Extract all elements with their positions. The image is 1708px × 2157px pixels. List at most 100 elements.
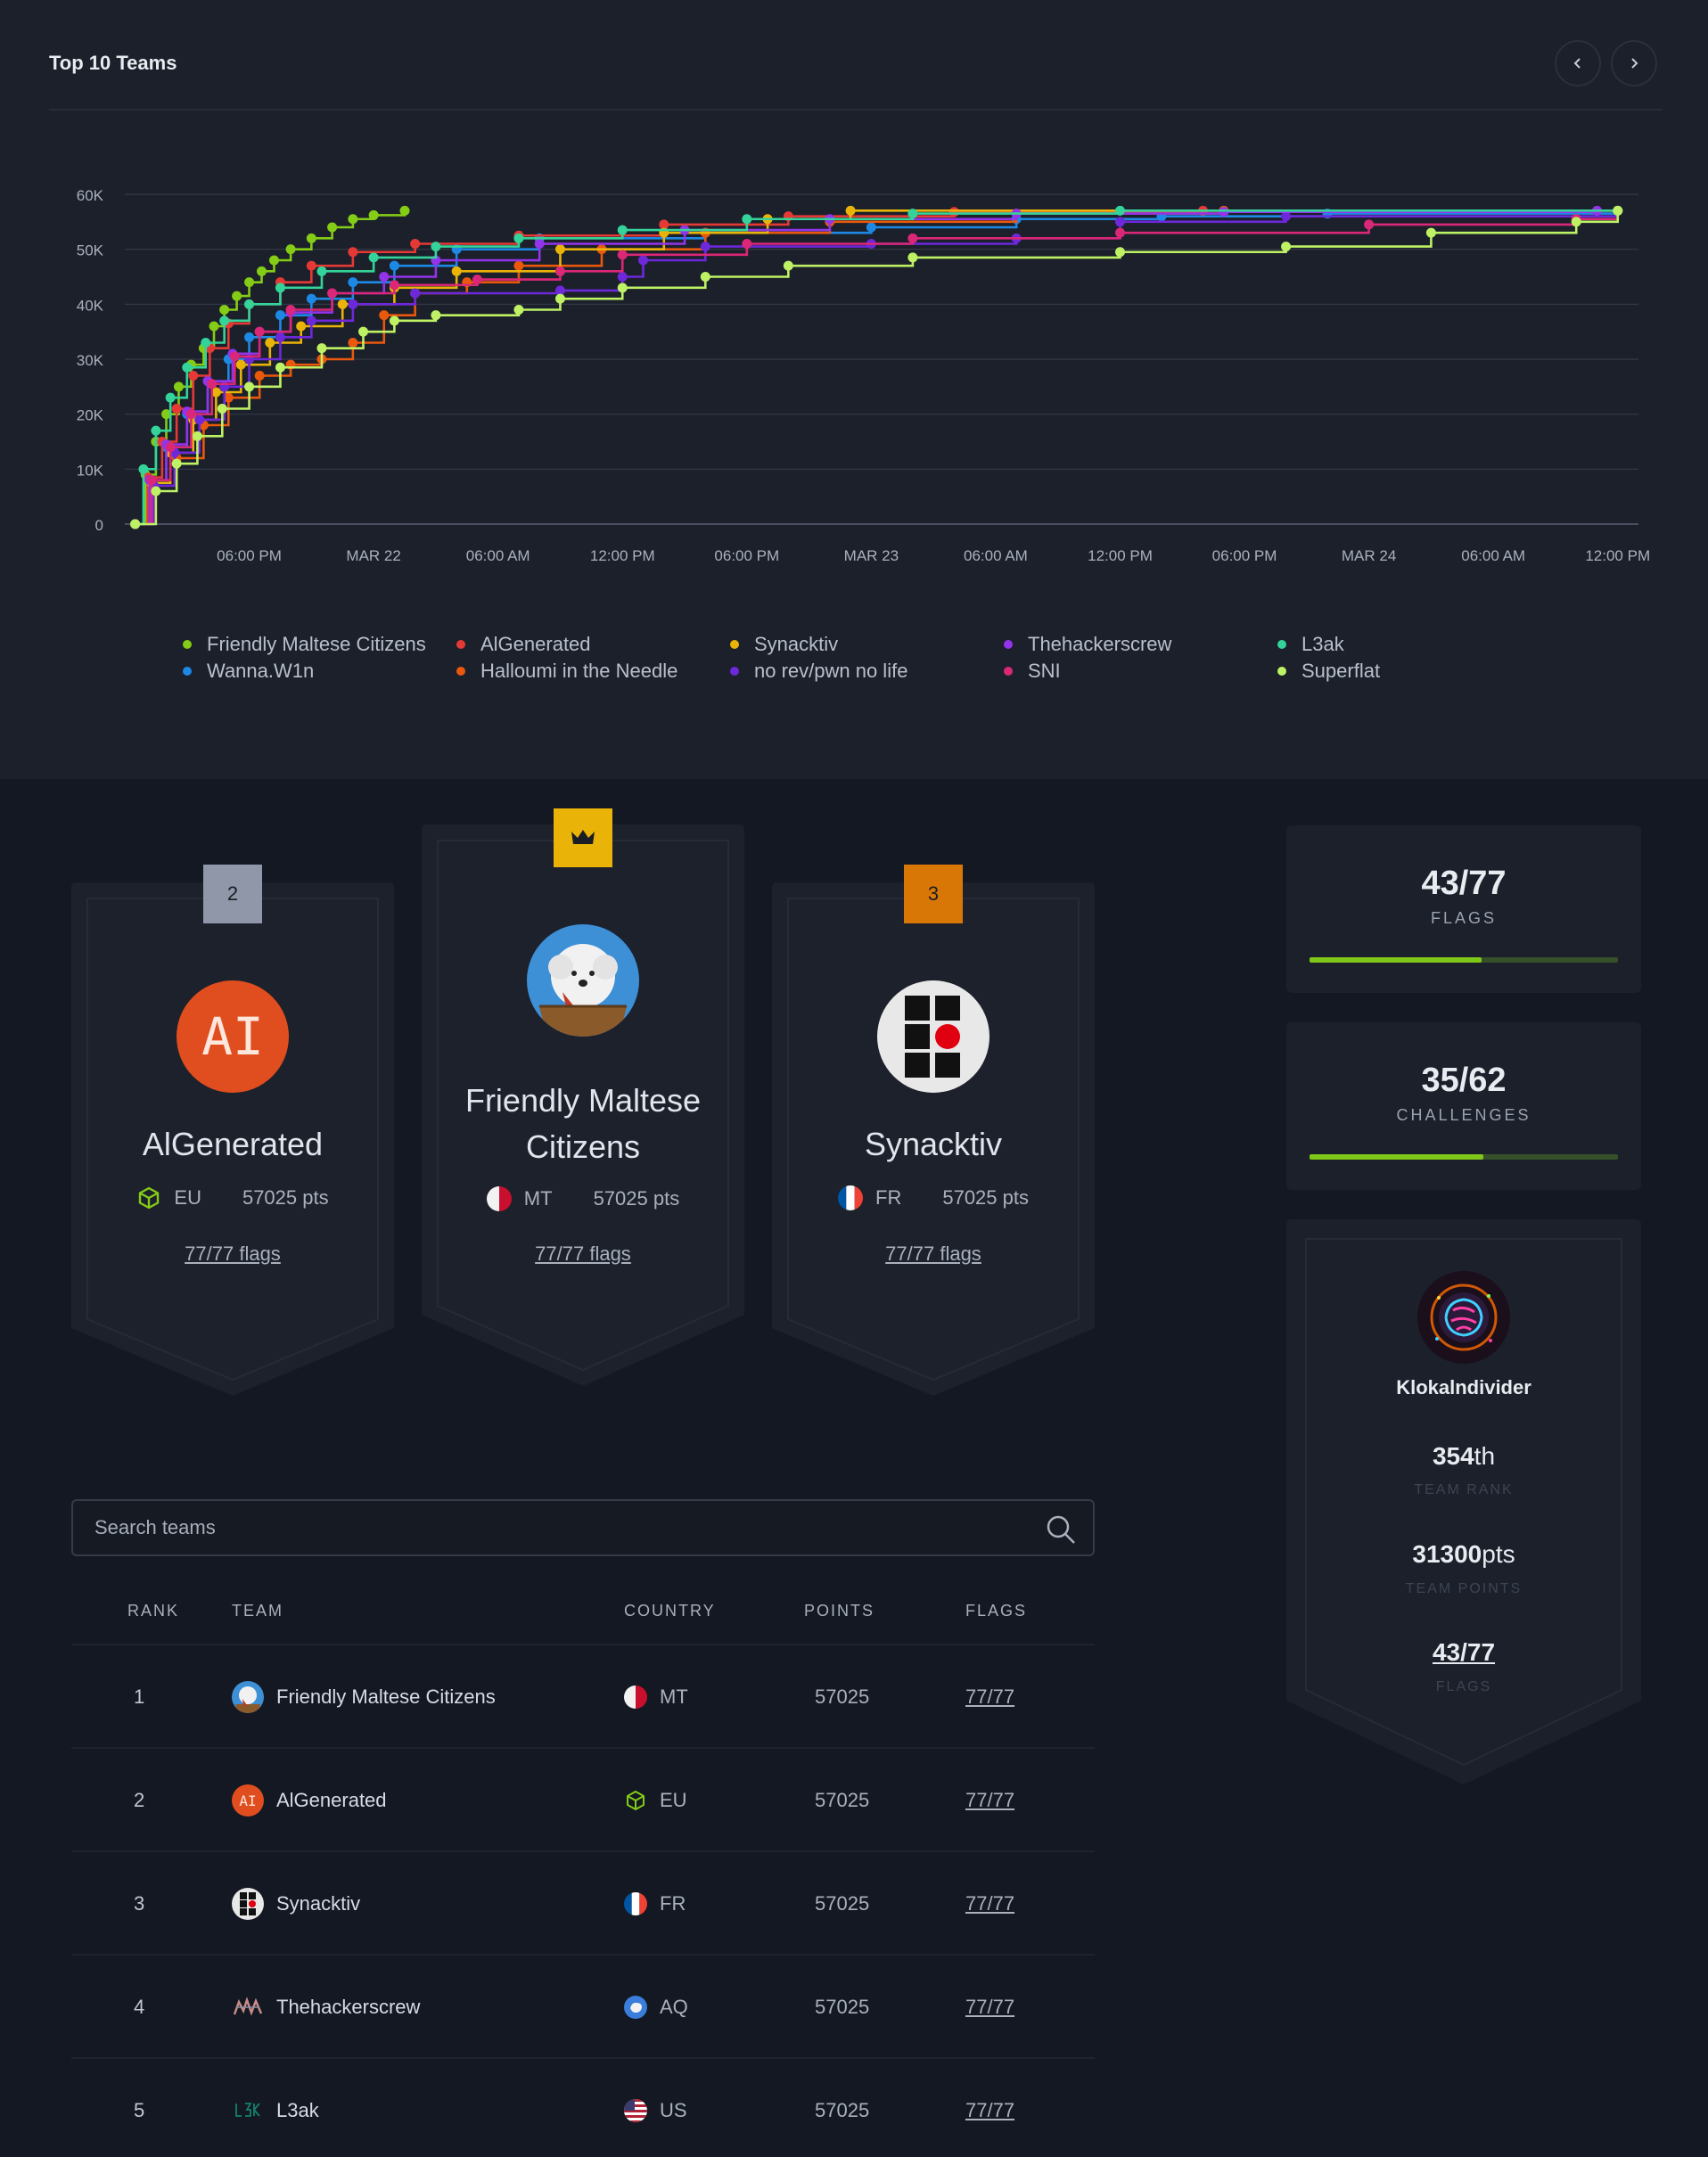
next-button[interactable] — [1611, 40, 1657, 86]
legend-dot — [730, 667, 739, 676]
x-tick-label: 06:00 PM — [217, 547, 282, 564]
column-header-points[interactable]: POINTS — [804, 1602, 875, 1620]
row-flags-link[interactable]: 77/77 — [965, 1645, 1014, 1749]
column-header-country[interactable]: COUNTRY — [624, 1602, 716, 1620]
legend-item[interactable]: Friendly Maltese Citizens — [183, 633, 426, 656]
table-row[interactable]: 1 Friendly Maltese Citizens MT 57025 77/… — [71, 1644, 1095, 1747]
team-avatar — [527, 924, 639, 1037]
data-point — [316, 343, 327, 354]
column-header-team[interactable]: TEAM — [232, 1602, 283, 1620]
legend-item[interactable]: Synacktiv — [730, 633, 838, 656]
data-point — [244, 381, 255, 392]
row-team[interactable]: Thehackerscrew — [232, 1956, 420, 2059]
data-point — [700, 242, 710, 252]
team-flags-label: FLAGS — [1435, 1679, 1492, 1694]
legend-item[interactable]: L3ak — [1277, 633, 1344, 656]
data-point — [368, 209, 379, 220]
legend-dot — [456, 667, 465, 676]
chevron-right-icon — [1631, 58, 1638, 69]
search-input[interactable] — [94, 1501, 986, 1554]
flag-aq-icon — [624, 1996, 647, 2019]
data-point — [389, 280, 399, 291]
flags-stat-card: 43/77 FLAGS — [1286, 825, 1641, 993]
legend-dot — [183, 640, 192, 649]
data-point — [399, 205, 410, 216]
team-avatar — [232, 1888, 264, 1920]
legend-dot — [730, 640, 739, 649]
data-point — [742, 214, 752, 225]
data-point — [617, 250, 628, 260]
data-point — [1425, 227, 1436, 238]
data-point — [146, 475, 157, 486]
data-point — [554, 266, 565, 276]
data-point — [357, 326, 368, 337]
legend-item[interactable]: no rev/pwn no life — [730, 660, 907, 683]
flags-progress-bar — [1310, 957, 1618, 963]
legend-item[interactable]: Superflat — [1277, 660, 1380, 683]
legend-item[interactable]: Thehackerscrew — [1004, 633, 1171, 656]
flag-us-icon — [624, 2099, 647, 2122]
podium-card-first[interactable]: Friendly Maltese Citizens MT 57025 pts 7… — [422, 808, 744, 1391]
data-point — [742, 239, 752, 249]
data-point — [534, 239, 545, 249]
row-flags-link[interactable]: 77/77 — [965, 1852, 1014, 1956]
table-row[interactable]: 2 AI AlGenerated EU 57025 77/77 — [71, 1747, 1095, 1850]
row-points: 57025 — [815, 1685, 870, 1708]
data-point — [244, 332, 255, 342]
team-flags-link[interactable]: 77/77 flags — [71, 1243, 394, 1266]
table-row[interactable]: 4 Thehackerscrew AQ 57025 77/77 — [71, 1954, 1095, 2057]
row-flags-link[interactable]: 77/77 — [965, 1749, 1014, 1852]
row-team[interactable]: AI AlGenerated — [232, 1749, 387, 1852]
data-point — [207, 379, 218, 390]
team-points-value: 31300pts — [1412, 1540, 1515, 1568]
row-points: 57025 — [815, 2099, 870, 2121]
data-point — [348, 247, 358, 258]
legend-dot — [1277, 667, 1286, 676]
row-team[interactable]: Friendly Maltese Citizens — [232, 1645, 496, 1749]
column-header-flags[interactable]: FLAGS — [965, 1602, 1027, 1620]
row-points: 57025 — [815, 1789, 870, 1811]
data-point — [379, 272, 390, 282]
y-tick-label: 0 — [95, 517, 103, 534]
row-rank: 4 — [134, 1996, 145, 2018]
x-tick-label: 06:00 AM — [466, 547, 530, 564]
cube-icon — [139, 1186, 160, 1210]
legend-item[interactable]: Wanna.W1n — [183, 660, 314, 683]
data-point — [1114, 227, 1125, 238]
row-flags-link[interactable]: 77/77 — [965, 1956, 1014, 2059]
table-row[interactable]: 3 Synacktiv FR 57025 77/77 — [71, 1850, 1095, 1954]
data-point — [165, 442, 176, 453]
prev-button[interactable] — [1555, 40, 1601, 86]
table-row[interactable]: 5 L3ak US 57025 77/77 — [71, 2057, 1095, 2157]
row-team[interactable]: L3ak — [232, 2059, 319, 2157]
search-icon[interactable] — [1045, 1513, 1077, 1546]
legend-item[interactable]: AlGenerated — [456, 633, 591, 656]
header-divider — [49, 109, 1663, 111]
legend-item[interactable]: Halloumi in the Needle — [456, 660, 677, 683]
team-meta: FR 57025 pts — [772, 1185, 1095, 1210]
team-name: AlGenerated — [142, 1126, 324, 1162]
flags-progress-fill — [1310, 957, 1482, 963]
x-tick-label: 12:00 PM — [1088, 547, 1153, 564]
data-point — [1281, 242, 1292, 252]
data-point — [379, 310, 390, 321]
dog-avatar-image — [527, 924, 639, 1037]
legend-item[interactable]: SNI — [1004, 660, 1061, 683]
data-point — [410, 288, 421, 299]
y-tick-label: 40K — [77, 297, 104, 314]
podium-card-third[interactable]: 3 Synacktiv FR 57025 pts 77/77 flags — [772, 865, 1095, 1399]
podium-card-second[interactable]: 2 AI AlGenerated EU 57025 pts 77/77 flag… — [71, 865, 394, 1399]
column-header-rank[interactable]: RANK — [127, 1602, 179, 1620]
row-team[interactable]: Synacktiv — [232, 1852, 360, 1956]
chevron-left-icon — [1573, 58, 1581, 69]
user-avatar — [1417, 1271, 1510, 1364]
data-point — [948, 207, 959, 217]
team-flags-link[interactable]: 77/77 flags — [772, 1243, 1095, 1266]
team-flags-link[interactable]: 77/77 flags — [422, 1243, 744, 1266]
team-flags-link[interactable]: 43/77 — [1286, 1638, 1641, 1667]
x-tick-label: 06:00 PM — [1212, 547, 1277, 564]
data-point — [173, 381, 184, 392]
line-chart: 0 10K 20K 30K 40K 50K 60K 06:00 PM MAR 22 06:00 A… — [77, 187, 1650, 564]
row-flags-link[interactable]: 77/77 — [965, 2059, 1014, 2157]
data-point — [185, 409, 196, 420]
